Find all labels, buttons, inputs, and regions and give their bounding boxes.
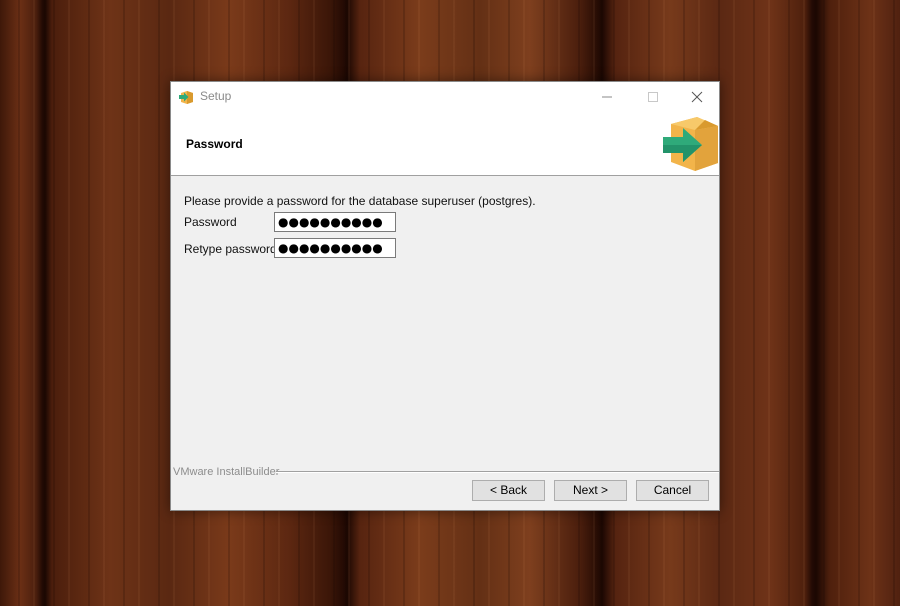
minimize-button[interactable]: [584, 82, 630, 111]
installbuilder-brand: VMware InstallBuilder: [173, 466, 280, 478]
page-header: Password: [171, 111, 719, 176]
installer-box-arrow-icon: [661, 116, 719, 172]
cancel-button[interactable]: Cancel: [636, 480, 709, 501]
footer-divider: [276, 471, 719, 473]
next-button[interactable]: Next >: [554, 480, 627, 501]
retype-password-label: Retype password: [184, 242, 277, 256]
retype-password-field[interactable]: ●●●●●●●●●●: [274, 238, 396, 258]
close-icon: [691, 91, 703, 103]
window-title: Setup: [200, 89, 232, 103]
close-button[interactable]: [674, 82, 720, 111]
content-area: Please provide a password for the databa…: [171, 176, 719, 466]
instruction-text: Please provide a password for the databa…: [184, 194, 536, 208]
minimize-icon: [602, 96, 612, 98]
back-button[interactable]: < Back: [472, 480, 545, 501]
maximize-icon: [648, 92, 658, 102]
page-title: Password: [186, 137, 243, 151]
password-field[interactable]: ●●●●●●●●●●: [274, 212, 396, 232]
setup-app-icon: [178, 88, 194, 104]
maximize-button[interactable]: [630, 82, 676, 111]
password-label: Password: [184, 215, 237, 229]
setup-window: Setup Password Please provide a password…: [170, 81, 720, 511]
title-bar[interactable]: Setup: [171, 82, 719, 111]
